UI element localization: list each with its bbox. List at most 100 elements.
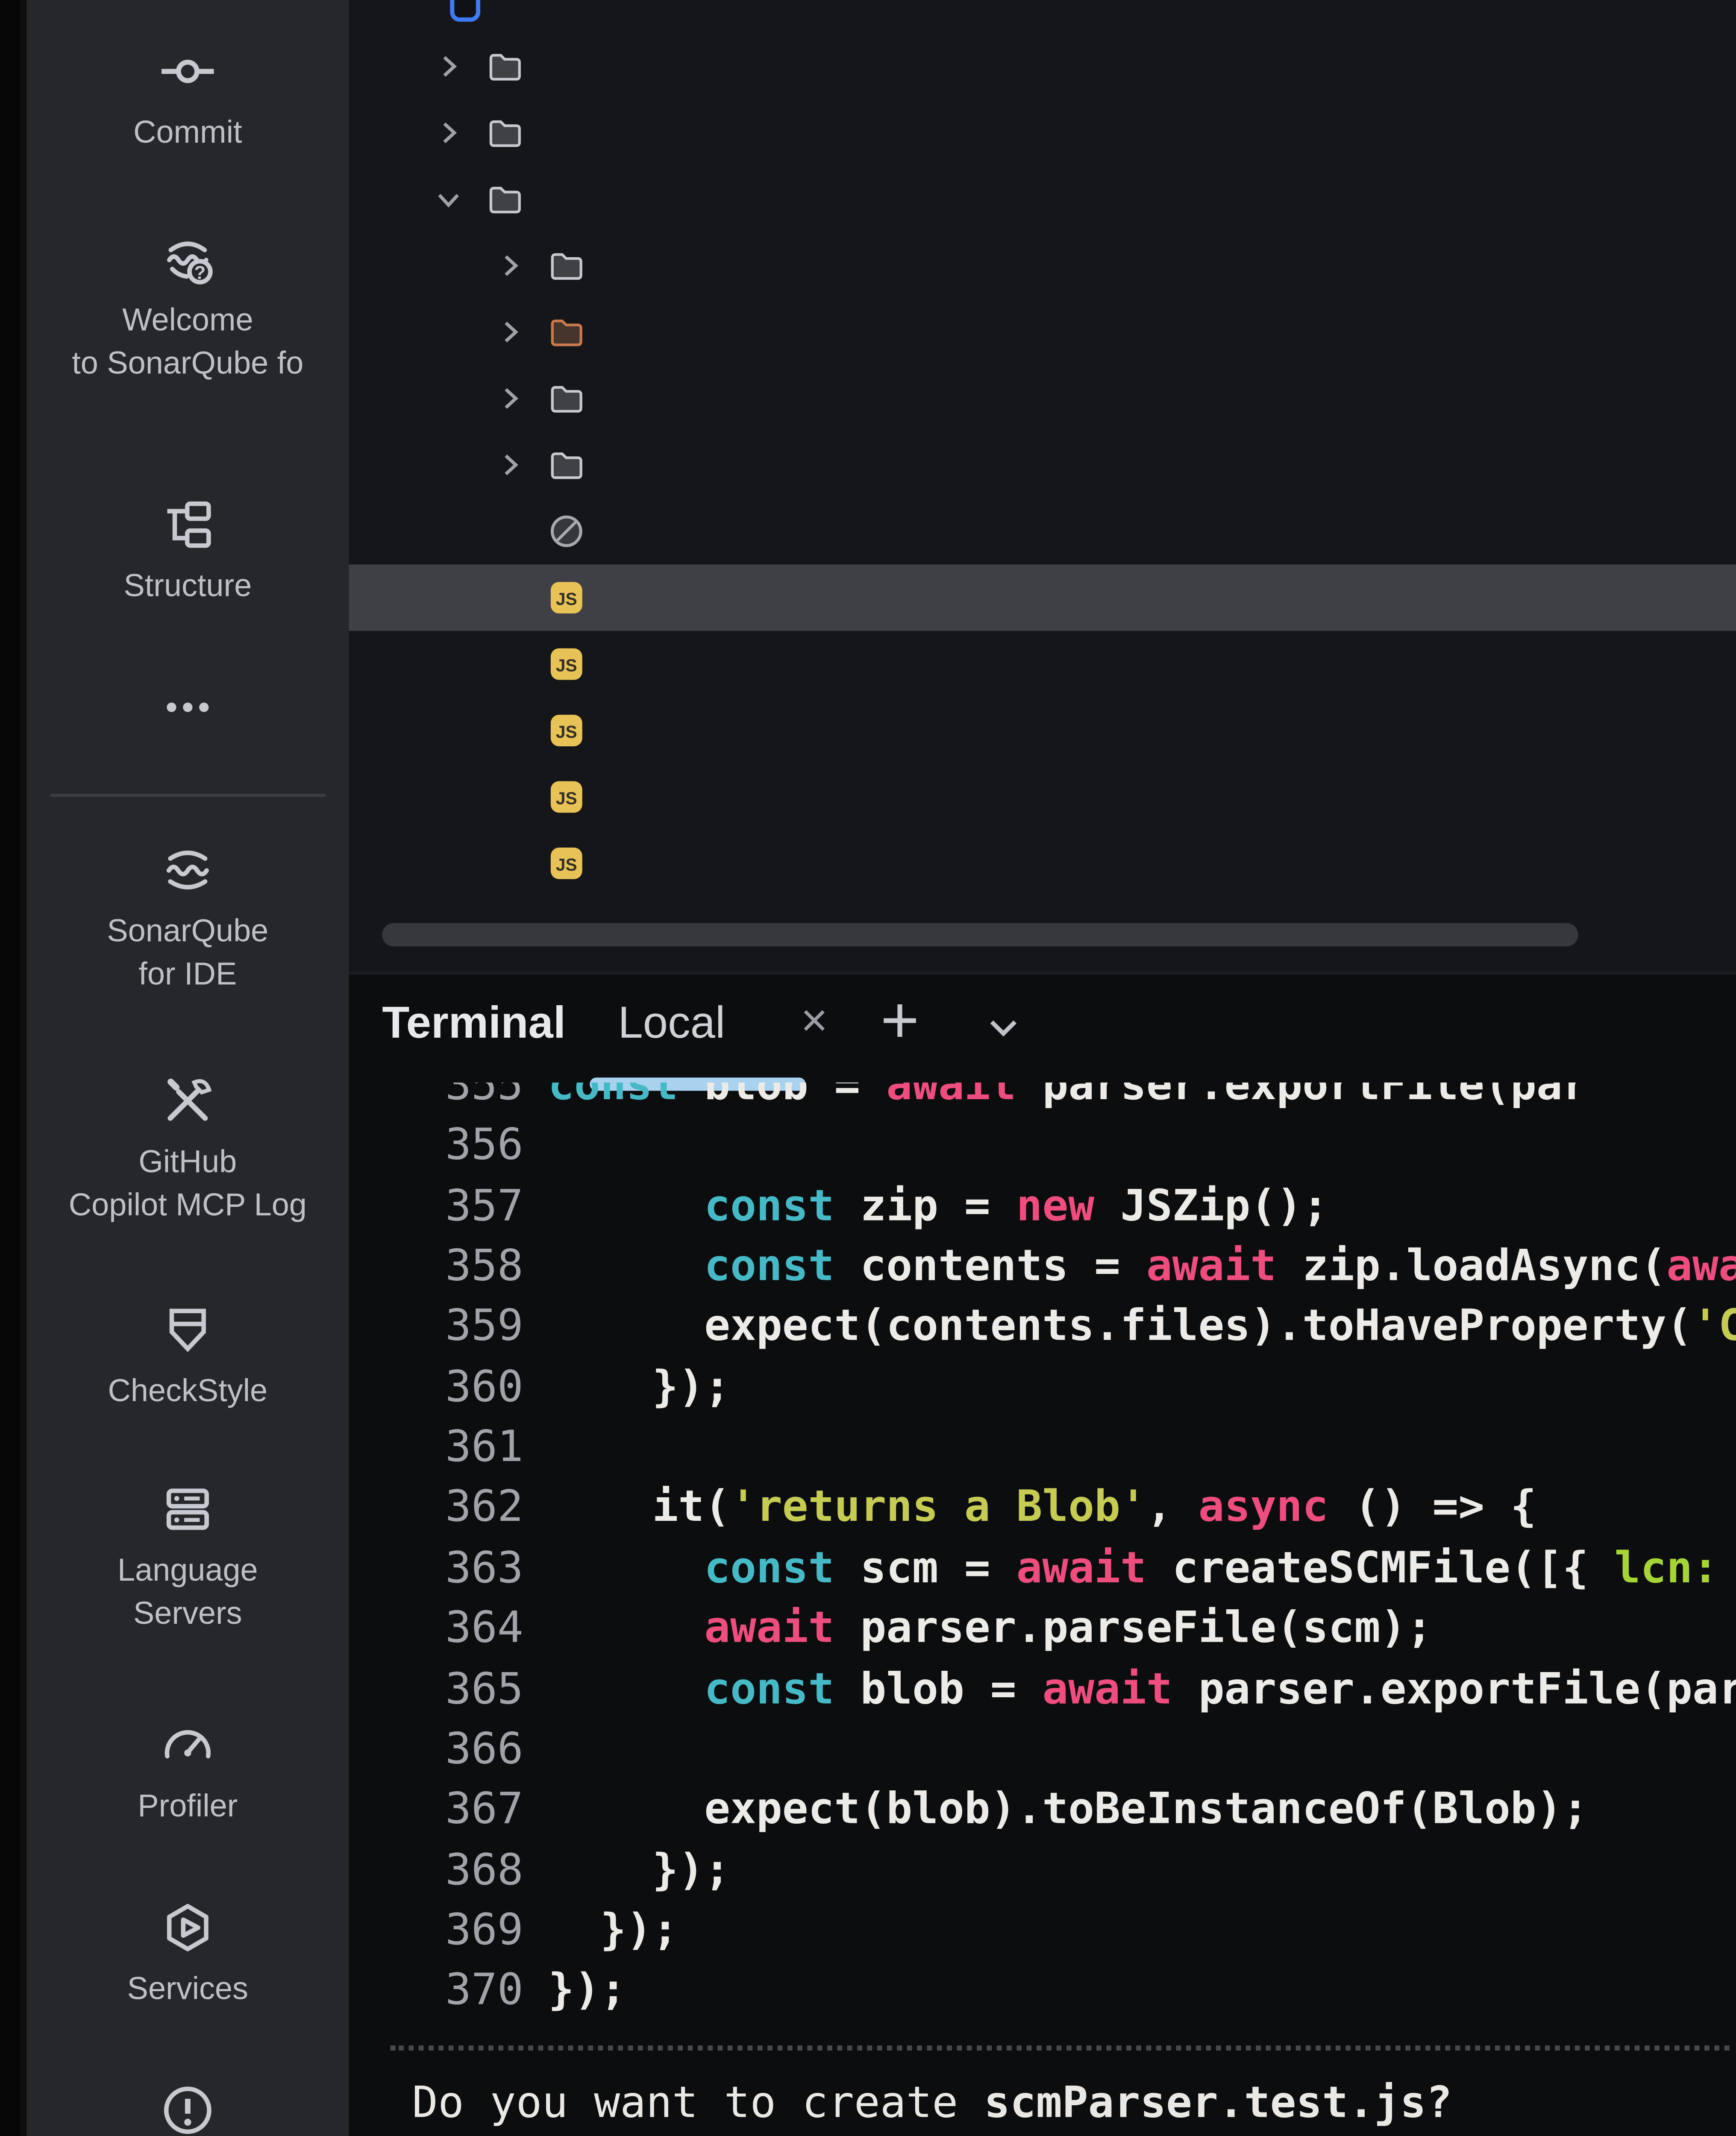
prompt-question-text: Do you want to create: [412, 2079, 984, 2129]
prompt-separator: [391, 2045, 1730, 2051]
code-text: expect(blob).toBeInstanceOf(Blob);: [548, 1785, 1588, 1835]
code-token: zip.loadAsync(: [1276, 1242, 1666, 1292]
sidebar-item-github-copilot-mcp-log[interactable]: GitHub Copilot MCP Log: [26, 1071, 349, 1229]
tree-item-idea[interactable]: [349, 100, 1736, 166]
sonarqube-icon: [158, 840, 217, 900]
ide-window: Commit ?Welcome to SonarQube fo Structure S…: [0, 0, 1736, 2136]
sidebar-item-profiler[interactable]: Profiler: [26, 1715, 349, 1830]
code-token: createSCMFile([{: [1146, 1544, 1615, 1594]
line-number: 366: [382, 1725, 523, 1775]
code-token: 'returns a Blob': [730, 1483, 1146, 1533]
chevron-right-icon[interactable]: [490, 378, 546, 418]
code-token: new: [1016, 1182, 1095, 1232]
close-tab-icon[interactable]: ×: [801, 995, 828, 1047]
prompt-question: Do you want to create scmParser.test.js?: [412, 2079, 1736, 2136]
project-tree-panel: JSJSJSJSJS: [349, 0, 1736, 971]
structure-icon: [158, 495, 217, 555]
tree-item-check-zip-contents-js[interactable]: JS: [349, 830, 1736, 896]
chevron-spacer: [490, 578, 546, 618]
code-token: expect(blob).toBeInstanceOf(Blob);: [548, 1785, 1588, 1835]
sidebar-item-more-tool-windows[interactable]: [26, 678, 349, 737]
tree-item-claude[interactable]: [349, 33, 1736, 100]
sidebar-item-structure[interactable]: Structure: [26, 495, 349, 609]
profiler-icon: [158, 1715, 217, 1775]
ide-screen: Commit ?Welcome to SonarQube fo Structure S…: [20, 0, 1736, 2136]
sidebar-item-services[interactable]: Services: [26, 1898, 349, 2012]
terminal-tab-dropdown-icon[interactable]: [980, 1004, 1027, 1051]
folder-icon: [485, 113, 525, 153]
chevron-down-icon[interactable]: [429, 179, 485, 219]
terminal-code-line-363: 363 const scm = await createSCMFile([{ l…: [349, 1544, 1736, 1604]
tree-item-analyze-scm-js[interactable]: JS: [349, 697, 1736, 763]
tree-item-analyze-export-js[interactable]: JS: [349, 564, 1736, 631]
sidebar-item-label: GitHub Copilot MCP Log: [69, 1142, 307, 1229]
js-file-icon: JS: [546, 644, 586, 684]
folder-icon: [546, 378, 586, 418]
services-icon: [158, 1898, 217, 1957]
tree-item-channel-sorter-app[interactable]: [349, 166, 1736, 232]
code-token: });: [548, 1846, 730, 1896]
code-token: });: [548, 1906, 678, 1956]
sidebar-item-label: CheckStyle: [108, 1371, 267, 1414]
code-token: it(: [548, 1483, 730, 1533]
sidebar-divider: [50, 794, 326, 797]
tree-horizontal-scrollbar[interactable]: [382, 923, 1578, 946]
line-number: 356: [382, 1121, 523, 1171]
chevron-right-icon[interactable]: [429, 47, 485, 86]
line-number: 365: [382, 1665, 523, 1715]
chevron-right-icon[interactable]: [490, 246, 546, 285]
tree-item-src[interactable]: [349, 431, 1736, 498]
folder-icon: [485, 47, 525, 86]
code-token: const: [704, 1182, 834, 1232]
new-terminal-tab-icon[interactable]: +: [881, 985, 919, 1059]
terminal-code-line-366: 366: [349, 1725, 1736, 1785]
terminal-code-line-360: 360 });: [349, 1363, 1736, 1423]
tree-item-analyze-scm7-js[interactable]: JS: [349, 764, 1736, 830]
code-token: [548, 1604, 704, 1654]
code-token: 'C: [1692, 1302, 1736, 1352]
code-token: [548, 1544, 704, 1594]
sidebar-item-commit[interactable]: Commit: [26, 41, 349, 156]
code-token: const: [704, 1544, 834, 1594]
code-text: const blob = await parser.exportFile(par: [548, 1665, 1736, 1715]
sidebar-item-problems[interactable]: Problems: [26, 2080, 349, 2136]
terminal-code-line-365: 365 const blob = await parser.exportFile…: [349, 1665, 1736, 1725]
terminal-code-line-368: 368 });: [349, 1846, 1736, 1906]
sidebar-item-checkstyle[interactable]: CheckStyle: [26, 1300, 349, 1414]
chevron-right-icon[interactable]: [490, 312, 546, 352]
terminal-panel-title[interactable]: Terminal: [382, 998, 566, 1049]
tree-item-gitignore[interactable]: [349, 498, 1736, 564]
chevron-right-icon[interactable]: [429, 113, 485, 153]
line-number: 364: [382, 1604, 523, 1654]
code-token: lcn:: [1614, 1544, 1718, 1594]
terminal-tab-local[interactable]: Local: [618, 998, 725, 1049]
terminal-code-line-369: 369 });: [349, 1906, 1736, 1966]
tree-item-node-modules[interactable]: [349, 299, 1736, 365]
more-icon: [158, 678, 217, 737]
code-token: parser.parseFile(scm);: [834, 1604, 1433, 1654]
terminal-panel: Terminal Local × + 355const blob = await…: [349, 971, 1736, 2136]
sidebar-item-welcome-to-sonarqube-fo[interactable]: ?Welcome to SonarQube fo: [26, 229, 349, 387]
tree-item-claude[interactable]: [349, 232, 1736, 299]
terminal-code-line-370: 370});: [349, 1966, 1736, 2026]
chevron-right-icon[interactable]: [490, 445, 546, 485]
sidebar-item-label: Commit: [133, 113, 242, 156]
sidebar-item-label: Structure: [123, 566, 252, 609]
svg-text:?: ?: [194, 262, 206, 283]
checkstyle-icon: [158, 1300, 217, 1360]
code-token: blob =: [834, 1665, 1043, 1715]
sidebar-item-sonarqube-for-ide[interactable]: SonarQube for IDE: [26, 840, 349, 998]
sidebar-item-label: SonarQube for IDE: [107, 912, 268, 998]
project-icon: [445, 0, 485, 26]
tree-item-analyze-latest-js[interactable]: JS: [349, 631, 1736, 697]
terminal-code-line-367: 367 expect(blob).toBeInstanceOf(Blob);: [349, 1785, 1736, 1845]
folder-orange-icon: [546, 312, 586, 352]
line-number: 362: [382, 1483, 523, 1533]
code-token: zip =: [834, 1182, 1016, 1232]
code-text: const scm = await createSCMFile([{ lcn:: [548, 1544, 1718, 1594]
code-token: [548, 1182, 704, 1232]
sidebar-item-language-servers[interactable]: Language Servers: [26, 1479, 349, 1637]
tools-icon: [158, 1071, 217, 1131]
tree-item-public[interactable]: [349, 365, 1736, 431]
code-token: await: [1146, 1242, 1276, 1292]
